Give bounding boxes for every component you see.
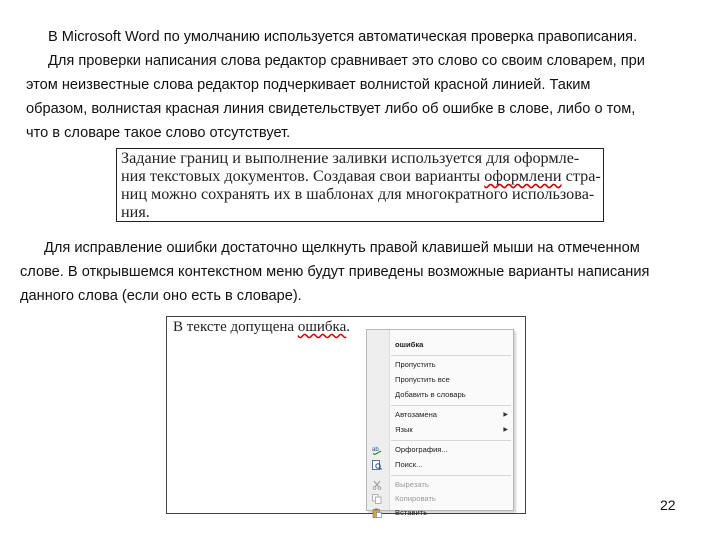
menu-separator	[391, 440, 511, 441]
cut-icon	[372, 480, 382, 490]
intro-line-3: этом неизвестные слова редактор подчерки…	[26, 77, 591, 93]
menu-item-autocorrect[interactable]: Автозамена ▶	[367, 408, 513, 422]
intro-line-2: Для проверки написания слова редактор ср…	[48, 53, 645, 69]
instructions-line-2: слове. В открывшемся контекстном меню бу…	[20, 264, 650, 280]
misspelled-word-error[interactable]: ошибка	[298, 319, 346, 335]
submenu-arrow-icon: ▶	[503, 427, 508, 433]
research-icon	[372, 460, 382, 470]
example-line-3: ниц можно сохранять их в шаблонах для мн…	[121, 185, 595, 203]
menu-item-spelling[interactable]: ab Орфография...	[367, 443, 513, 457]
menu-separator	[391, 475, 511, 476]
misspelled-word: оформлени	[484, 167, 562, 185]
menu-item-cut[interactable]: Вырезать	[367, 478, 513, 492]
menu-item-ignore[interactable]: Пропустить	[367, 358, 513, 372]
intro-line-5: что в словаре такое слово отсутствует.	[26, 125, 291, 141]
example-line-4: ния.	[121, 203, 150, 221]
menu-item-ignore-all[interactable]: Пропустить все	[367, 373, 513, 387]
intro-line-1: В Microsoft Word по умолчанию использует…	[48, 29, 638, 45]
menu-item-copy[interactable]: Копировать	[367, 492, 513, 506]
context-menu-screenshot: В тексте допущена ошибка. ошибка Пропуст…	[166, 316, 526, 518]
spelling-icon: ab	[372, 447, 382, 455]
example-line-2-start: ния текстовых документов. Создавая свои …	[121, 167, 485, 185]
menu-separator	[391, 405, 511, 406]
menu-item-label: Поиск...	[395, 460, 423, 469]
copy-icon	[372, 494, 382, 504]
instructions-line-3: данного слова (если оно есть в словаре).	[20, 288, 302, 304]
menu-item-label: Копировать	[395, 494, 436, 503]
paste-icon	[372, 508, 382, 518]
document-sentence: В тексте допущена ошибка.	[173, 319, 350, 336]
menu-item-language[interactable]: Язык ▶	[367, 423, 513, 437]
submenu-arrow-icon: ▶	[503, 412, 508, 418]
example-line-1: Задание границ и выполнение заливки испо…	[121, 149, 580, 167]
intro-line-4: образом, волнистая красная линия свидете…	[26, 101, 636, 117]
menu-item-add-to-dictionary[interactable]: Добавить в словарь	[367, 388, 513, 402]
menu-item-label: Добавить в словарь	[395, 390, 466, 399]
example-line-2-end: стра-	[561, 167, 601, 185]
menu-item-paste[interactable]: Вставить	[367, 506, 513, 520]
context-menu: ошибка Пропустить Пропустить все Добавит…	[366, 329, 514, 518]
spellcheck-example-image: Задание границ и выполнение заливки испо…	[116, 148, 604, 222]
menu-item-suggestion[interactable]: ошибка	[367, 338, 513, 352]
menu-item-label: Орфография...	[395, 445, 448, 454]
menu-item-label: Пропустить все	[395, 375, 450, 384]
menu-item-label: ошибка	[395, 340, 424, 349]
sentence-end: .	[346, 319, 350, 335]
page-number: 22	[660, 497, 676, 513]
menu-item-label: Язык	[395, 425, 413, 434]
menu-item-research[interactable]: Поиск...	[367, 458, 513, 472]
menu-item-label: Вставить	[395, 508, 428, 517]
instructions-line-1: Для исправление ошибки достаточно щелкну…	[44, 240, 640, 256]
sentence-start: В тексте допущена	[173, 319, 298, 335]
example-line-2: ния текстовых документов. Создавая свои …	[121, 167, 601, 186]
menu-item-label: Автозамена	[395, 410, 438, 419]
menu-separator	[391, 355, 511, 356]
menu-item-label: Вырезать	[395, 480, 429, 489]
menu-item-label: Пропустить	[395, 360, 436, 369]
